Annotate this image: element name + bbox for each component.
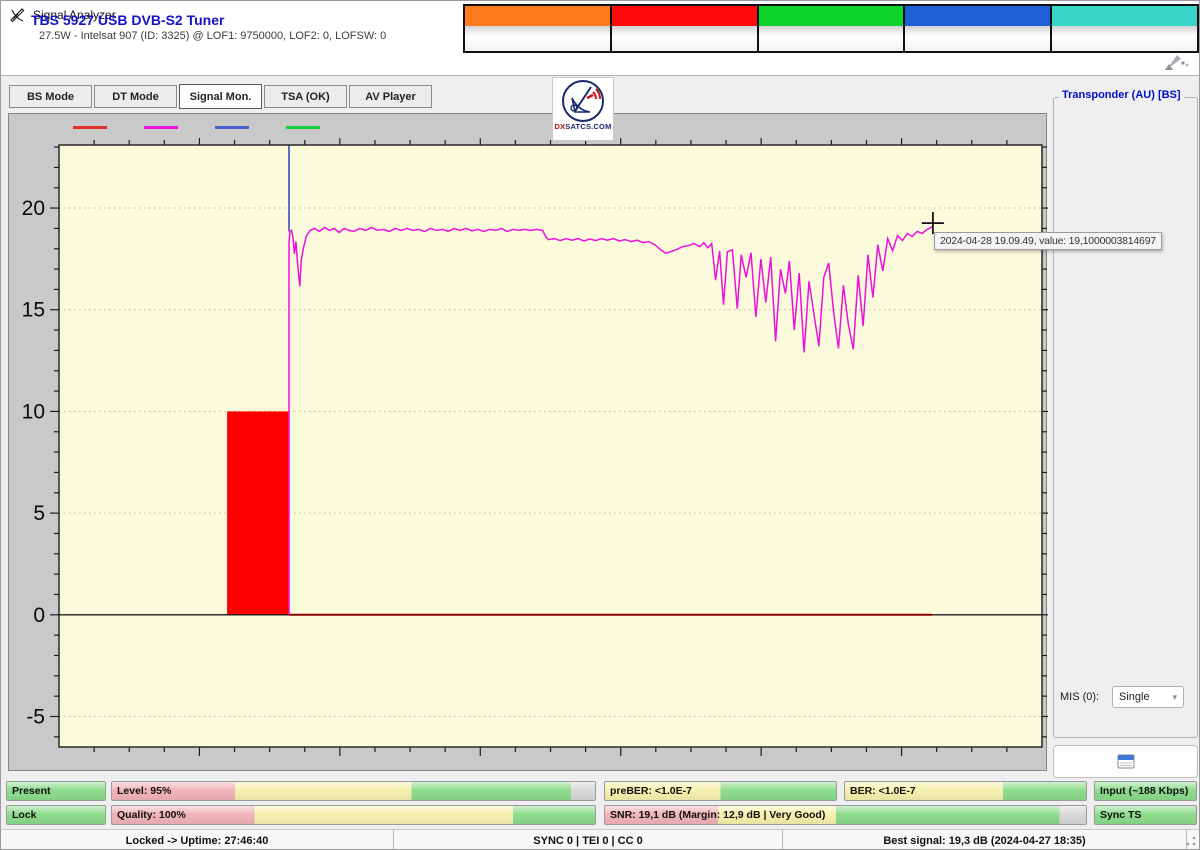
svg-text:20: 20 — [22, 197, 45, 220]
device-title: TBS 5927 USB DVB-S2 Tuner — [31, 12, 224, 28]
clock-city — [1052, 6, 1197, 26]
clock-city — [612, 6, 757, 26]
dxsatcs-logo-text: DXSATCS.COM — [554, 122, 611, 131]
chart-tooltip: 2024-04-28 19.09.49, value: 19,100000381… — [934, 232, 1162, 250]
capture-button[interactable] — [1053, 745, 1198, 778]
indicator-preber: preBER: <1.0E-7 — [604, 781, 837, 801]
satellite-glyph-icon — [1161, 51, 1195, 73]
field-row — [1054, 308, 1197, 342]
clock-column — [612, 6, 757, 51]
svg-text:5: 5 — [33, 502, 45, 525]
clock-column — [1052, 6, 1197, 51]
clock-city — [759, 6, 904, 26]
indicator-present: Present — [6, 781, 106, 801]
svg-text:15: 15 — [22, 299, 45, 322]
tab-bs-mode[interactable]: BS Mode — [9, 85, 92, 108]
legend-item — [73, 126, 116, 129]
field-row — [1054, 408, 1197, 442]
field-row — [1054, 543, 1197, 577]
field-row — [1054, 509, 1197, 543]
field-row — [1054, 576, 1197, 610]
mis-selected-value: Single — [1119, 691, 1150, 703]
legend-swatch — [286, 126, 320, 129]
chart-panel: 20 15 10 5 0 -5 — [8, 113, 1047, 771]
indicator-label: BER: <1.0E-7 — [850, 785, 916, 797]
field-row — [1054, 173, 1197, 207]
indicator-label: Input (~188 Kbps) — [1100, 785, 1188, 797]
status-lock-uptime: Locked -> Uptime: 27:46:40 — [1, 830, 394, 850]
console-window-icon — [1117, 754, 1135, 769]
indicator-label: Present — [12, 785, 51, 797]
indicator-ber: BER: <1.0E-7 — [844, 781, 1087, 801]
indicator-input: Input (~188 Kbps) — [1094, 781, 1197, 801]
field-row — [1054, 375, 1197, 409]
chevron-down-icon: ▾ — [1172, 692, 1177, 703]
indicator-label: Quality: 100% — [117, 809, 186, 821]
indicator-quality: Quality: 100% — [111, 805, 596, 825]
field-row — [1054, 442, 1197, 476]
tab-tsa-ok[interactable]: TSA (OK) — [264, 85, 347, 108]
clock-time-row — [465, 26, 610, 51]
mode-tabs: BS ModeDT ModeSignal Mon.TSA (OK)AV Play… — [9, 85, 432, 109]
status-bar: Locked -> Uptime: 27:46:40 SYNC 0 | TEI … — [1, 829, 1199, 850]
satellite-info: 27.5W - Intelsat 907 (ID: 3325) @ LOF1: … — [39, 30, 386, 42]
legend-swatch — [215, 126, 249, 129]
field-row — [1054, 341, 1197, 375]
field-row — [1054, 274, 1197, 308]
tab-dt-mode[interactable]: DT Mode — [94, 85, 177, 108]
svg-text:-5: -5 — [26, 705, 45, 728]
clock-time-row — [1052, 26, 1197, 51]
clock-time-row — [612, 26, 757, 51]
clock-column — [905, 6, 1050, 51]
indicator-label: Lock — [12, 809, 37, 821]
indicator-sync: Sync TS — [1094, 805, 1197, 825]
transponder-panel-title: Transponder (AU) [BS] — [1059, 89, 1184, 101]
clock-city — [905, 6, 1050, 26]
satellite-dish-icon — [9, 7, 26, 24]
indicator-label: preBER: <1.0E-7 — [610, 785, 692, 797]
indicator-lock: Lock — [6, 805, 106, 825]
signal-chart[interactable]: 20 15 10 5 0 -5 — [9, 138, 1048, 772]
legend-swatch — [73, 126, 107, 129]
clock-city — [465, 6, 610, 26]
legend-item — [144, 126, 187, 129]
indicator-snr: SNR: 19,1 dB (Margin: 12,9 dB | Very Goo… — [604, 805, 1087, 825]
field-row — [1054, 106, 1197, 140]
resize-grip[interactable] — [1185, 835, 1197, 847]
transponder-fields — [1054, 106, 1197, 677]
indicator-label: Sync TS — [1100, 809, 1141, 821]
chart-legend — [73, 117, 329, 137]
clock-column — [759, 6, 904, 51]
clock-time-row — [759, 26, 904, 51]
svg-text:0: 0 — [33, 604, 45, 627]
clock-time-row — [905, 26, 1050, 51]
indicator-label: SNR: 19,1 dB (Margin: 12,9 dB | Very Goo… — [610, 809, 825, 821]
world-clock-table — [463, 4, 1199, 53]
tab-av-player[interactable]: AV Player — [349, 85, 432, 108]
legend-item — [286, 126, 329, 129]
indicator-level: Level: 95% — [111, 781, 596, 801]
tab-signal-mon[interactable]: Signal Mon. — [179, 84, 262, 109]
field-row — [1054, 610, 1197, 644]
status-sync-counters: SYNC 0 | TEI 0 | CC 0 — [394, 830, 783, 850]
field-row — [1054, 644, 1197, 678]
dxsatcs-logo: DXSATCS.COM — [552, 77, 614, 141]
indicator-label: Level: 95% — [117, 785, 171, 797]
transponder-panel: Transponder (AU) [BS] — [1053, 97, 1198, 738]
svg-text:10: 10 — [22, 400, 45, 423]
clock-column — [465, 6, 610, 51]
mis-label: MIS (0): — [1060, 691, 1112, 703]
field-row — [1054, 140, 1197, 174]
status-best-signal: Best signal: 19,3 dB (2024-04-27 18:35) — [783, 830, 1187, 850]
mis-select[interactable]: Single ▾ — [1112, 686, 1184, 708]
field-row — [1054, 476, 1197, 510]
legend-item — [215, 126, 258, 129]
mis-row: MIS (0): Single ▾ — [1060, 686, 1193, 708]
dxsatcs-logo-icon — [560, 78, 606, 124]
signal-analyzer-window: Signal Analyzer TBS 5927 USB DVB-S2 Tune… — [0, 0, 1200, 850]
legend-swatch — [144, 126, 178, 129]
